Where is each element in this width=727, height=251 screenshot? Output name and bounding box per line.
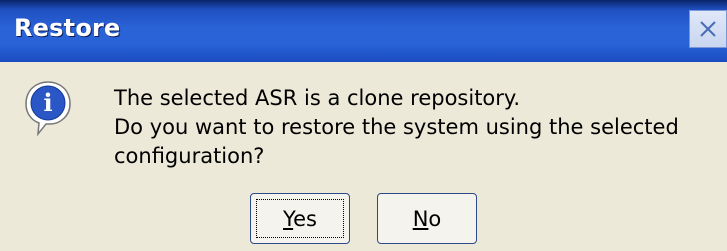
no-button-label: No [413, 207, 442, 231]
message-line-3: configuration? [114, 144, 265, 168]
window-title: Restore [14, 14, 121, 42]
info-icon-glyph: i [43, 88, 52, 117]
no-accelerator: N [412, 206, 429, 231]
yes-button[interactable]: Yes [250, 193, 350, 244]
focus-ring [256, 199, 344, 238]
restore-dialog: Restore i The selected ASR is a clone re… [0, 0, 727, 251]
close-icon [700, 21, 716, 37]
info-icon: i [25, 81, 71, 137]
message-line-2: Do you want to restore the system using … [114, 115, 679, 139]
title-bar[interactable]: Restore [0, 0, 727, 62]
message-text: The selected ASR is a clone repository. … [114, 84, 724, 171]
close-button[interactable] [689, 10, 727, 48]
dialog-body: i The selected ASR is a clone repository… [0, 62, 727, 251]
no-button[interactable]: No [377, 193, 477, 244]
message-line-1: The selected ASR is a clone repository. [114, 86, 521, 110]
no-label-rest: o [428, 206, 442, 231]
